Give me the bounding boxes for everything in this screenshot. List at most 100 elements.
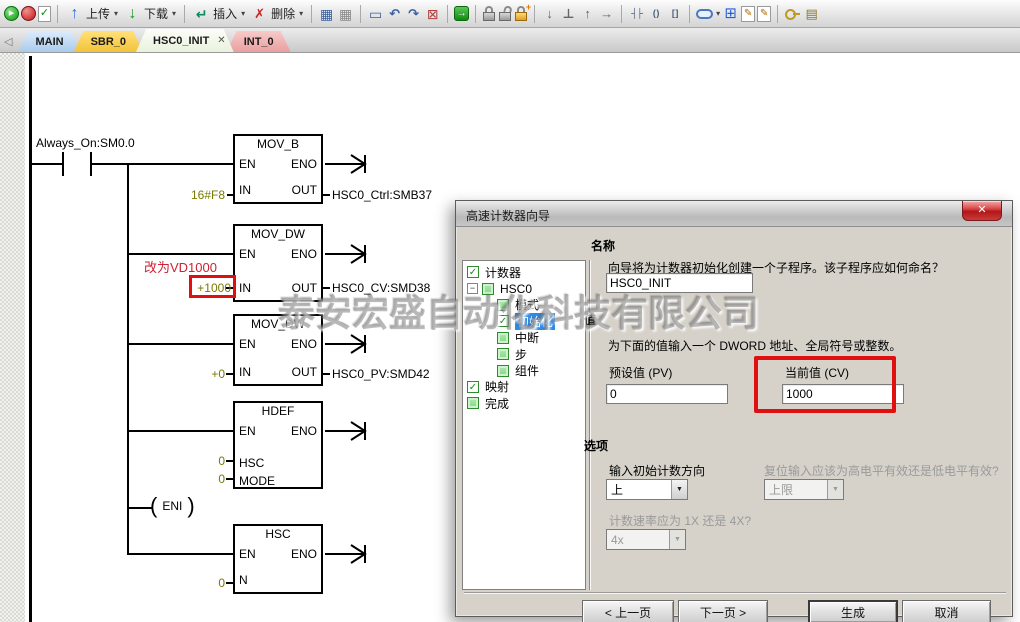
- contact-bar[interactable]: [62, 152, 64, 176]
- pin-in: IN: [239, 365, 251, 379]
- checkbox-unchecked-icon[interactable]: [497, 332, 509, 344]
- checkbox-checked-icon[interactable]: [497, 315, 509, 327]
- tree-item-label[interactable]: 计数器: [485, 264, 521, 281]
- tree-item-mapping[interactable]: 映射: [463, 379, 585, 395]
- tab-main[interactable]: MAIN: [18, 31, 80, 52]
- stop-icon[interactable]: [21, 6, 36, 21]
- redo-icon[interactable]: [405, 5, 422, 22]
- operand-value[interactable]: 16#F8: [180, 188, 225, 202]
- operand-value[interactable]: 0: [209, 454, 225, 468]
- operand-symbol[interactable]: HSC0_Ctrl:SMB37: [332, 188, 432, 202]
- undo-icon[interactable]: [386, 5, 403, 22]
- lock-add-icon[interactable]: [514, 5, 528, 22]
- empty-box-icon[interactable]: [367, 5, 384, 22]
- tree-item-finish[interactable]: 完成: [463, 395, 585, 411]
- line-up-icon[interactable]: ↑: [579, 5, 596, 22]
- chevron-down-icon[interactable]: ▾: [299, 9, 303, 18]
- run-mode-icon[interactable]: [454, 6, 469, 21]
- tree-item-mode[interactable]: 模式: [463, 297, 585, 313]
- key-icon[interactable]: [784, 5, 801, 22]
- tree-item-interrupt[interactable]: 中断: [463, 330, 585, 346]
- direction-combo[interactable]: 上 ▼: [606, 479, 688, 500]
- hsc-block[interactable]: HSC EN ENO N: [233, 524, 323, 594]
- checkbox-unchecked-icon[interactable]: [497, 299, 509, 311]
- line-right-icon[interactable]: →: [598, 5, 615, 22]
- tree-item-label[interactable]: 中断: [515, 329, 539, 346]
- chevron-down-icon[interactable]: ▾: [114, 9, 118, 18]
- collapse-icon[interactable]: −: [467, 283, 478, 294]
- chevron-down-icon[interactable]: ▾: [241, 9, 245, 18]
- combo-arrow-icon[interactable]: ▼: [671, 480, 687, 499]
- upload-button[interactable]: 上传 ▾: [64, 4, 120, 23]
- network-view-alt-icon[interactable]: [337, 5, 354, 22]
- tab-hsc0-init[interactable]: HSC0_INIT ✕: [136, 29, 234, 52]
- reset-level-value: 上限: [765, 481, 827, 498]
- operand-symbol[interactable]: HSC0_PV:SMD42: [332, 367, 430, 381]
- tree-item-initialization[interactable]: 初始化: [463, 313, 585, 329]
- pv-input[interactable]: [606, 384, 728, 404]
- next-page-button[interactable]: 下一页 >: [678, 600, 768, 622]
- certificate-icon[interactable]: ▤: [803, 5, 820, 22]
- pin-en: EN: [239, 337, 256, 351]
- tree-item-label[interactable]: 完成: [485, 395, 509, 412]
- subroutine-name-input[interactable]: [606, 273, 753, 293]
- branch-junction-icon[interactable]: ⊥: [560, 5, 577, 22]
- lock-open-icon[interactable]: [498, 5, 512, 22]
- cancel-button[interactable]: 取消: [902, 600, 991, 622]
- delete-box-icon[interactable]: [424, 5, 441, 22]
- tab-scroll-left-icon[interactable]: ◁: [4, 35, 12, 48]
- mov-dw-block-pv[interactable]: MOV_DW EN ENO IN OUT: [233, 314, 323, 386]
- tab-main-label: MAIN: [35, 36, 63, 48]
- branch-down-icon[interactable]: ↓: [541, 5, 558, 22]
- tree-item-label[interactable]: 模式: [515, 296, 539, 313]
- tree-item-components[interactable]: 组件: [463, 362, 585, 378]
- tree-item-label[interactable]: HSC0: [500, 282, 532, 296]
- operand-value[interactable]: 0: [209, 472, 225, 486]
- tab-close-icon[interactable]: ✕: [217, 35, 225, 46]
- checkbox-checked-icon[interactable]: [467, 266, 479, 278]
- lock-closed-icon[interactable]: [482, 5, 496, 22]
- contact-icon[interactable]: ┤├: [628, 5, 645, 22]
- checkbox-checked-icon[interactable]: [467, 381, 479, 393]
- mov-b-block[interactable]: MOV_B EN ENO IN OUT: [233, 134, 323, 204]
- checkbox-unchecked-icon[interactable]: [467, 397, 479, 409]
- tree-item-counter[interactable]: 计数器: [463, 264, 585, 280]
- checkbox-unchecked-icon[interactable]: [482, 283, 494, 295]
- tab-sbr0[interactable]: SBR_0: [74, 31, 143, 52]
- tab-int0[interactable]: INT_0: [227, 31, 291, 52]
- checkbox-unchecked-icon[interactable]: [497, 365, 509, 377]
- compile-icon[interactable]: [38, 6, 51, 22]
- address-tag-icon[interactable]: [696, 9, 713, 19]
- dialog-titlebar[interactable]: 高速计数器向导 ✕: [456, 201, 1012, 227]
- edit-note-icon[interactable]: [741, 6, 755, 22]
- operand-value[interactable]: +0: [201, 367, 225, 381]
- generate-button[interactable]: 生成: [808, 600, 898, 622]
- previous-page-button[interactable]: < 上一页: [582, 600, 674, 622]
- delete-network-button[interactable]: 删除 ▾: [249, 4, 305, 23]
- chevron-down-icon[interactable]: ▾: [716, 9, 720, 18]
- eni-coil[interactable]: ( ENI ): [150, 495, 195, 517]
- tree-item-label[interactable]: 组件: [515, 362, 539, 379]
- tree-item-hsc0[interactable]: − HSC0: [463, 280, 585, 296]
- tree-item-label[interactable]: 映射: [485, 378, 509, 395]
- tree-item-label-selected[interactable]: 初始化: [515, 313, 555, 330]
- function-box-icon[interactable]: [ ]: [666, 5, 683, 22]
- hdef-block[interactable]: HDEF EN ENO HSC MODE: [233, 401, 323, 489]
- run-icon[interactable]: [4, 6, 19, 21]
- insert-network-button[interactable]: 插入 ▾: [191, 4, 247, 23]
- chevron-down-icon[interactable]: ▾: [172, 9, 176, 18]
- symbol-table-icon[interactable]: [722, 5, 739, 22]
- checkbox-unchecked-icon[interactable]: [497, 348, 509, 360]
- edit-note-alt-icon[interactable]: [757, 6, 771, 22]
- tree-item-label[interactable]: 步: [515, 346, 527, 363]
- close-icon[interactable]: ✕: [962, 201, 1002, 221]
- toolbar-separator: [621, 5, 622, 23]
- operand-value[interactable]: 0: [209, 576, 225, 590]
- download-button[interactable]: 下载 ▾: [122, 4, 178, 23]
- operand-symbol[interactable]: HSC0_CV:SMD38: [332, 281, 430, 295]
- pin-en: EN: [239, 157, 256, 171]
- network-view-icon[interactable]: [318, 5, 335, 22]
- coil-icon[interactable]: ( ): [647, 5, 664, 22]
- tree-item-steps[interactable]: 步: [463, 346, 585, 362]
- mov-dw-block-cv[interactable]: MOV_DW EN ENO IN OUT: [233, 224, 323, 302]
